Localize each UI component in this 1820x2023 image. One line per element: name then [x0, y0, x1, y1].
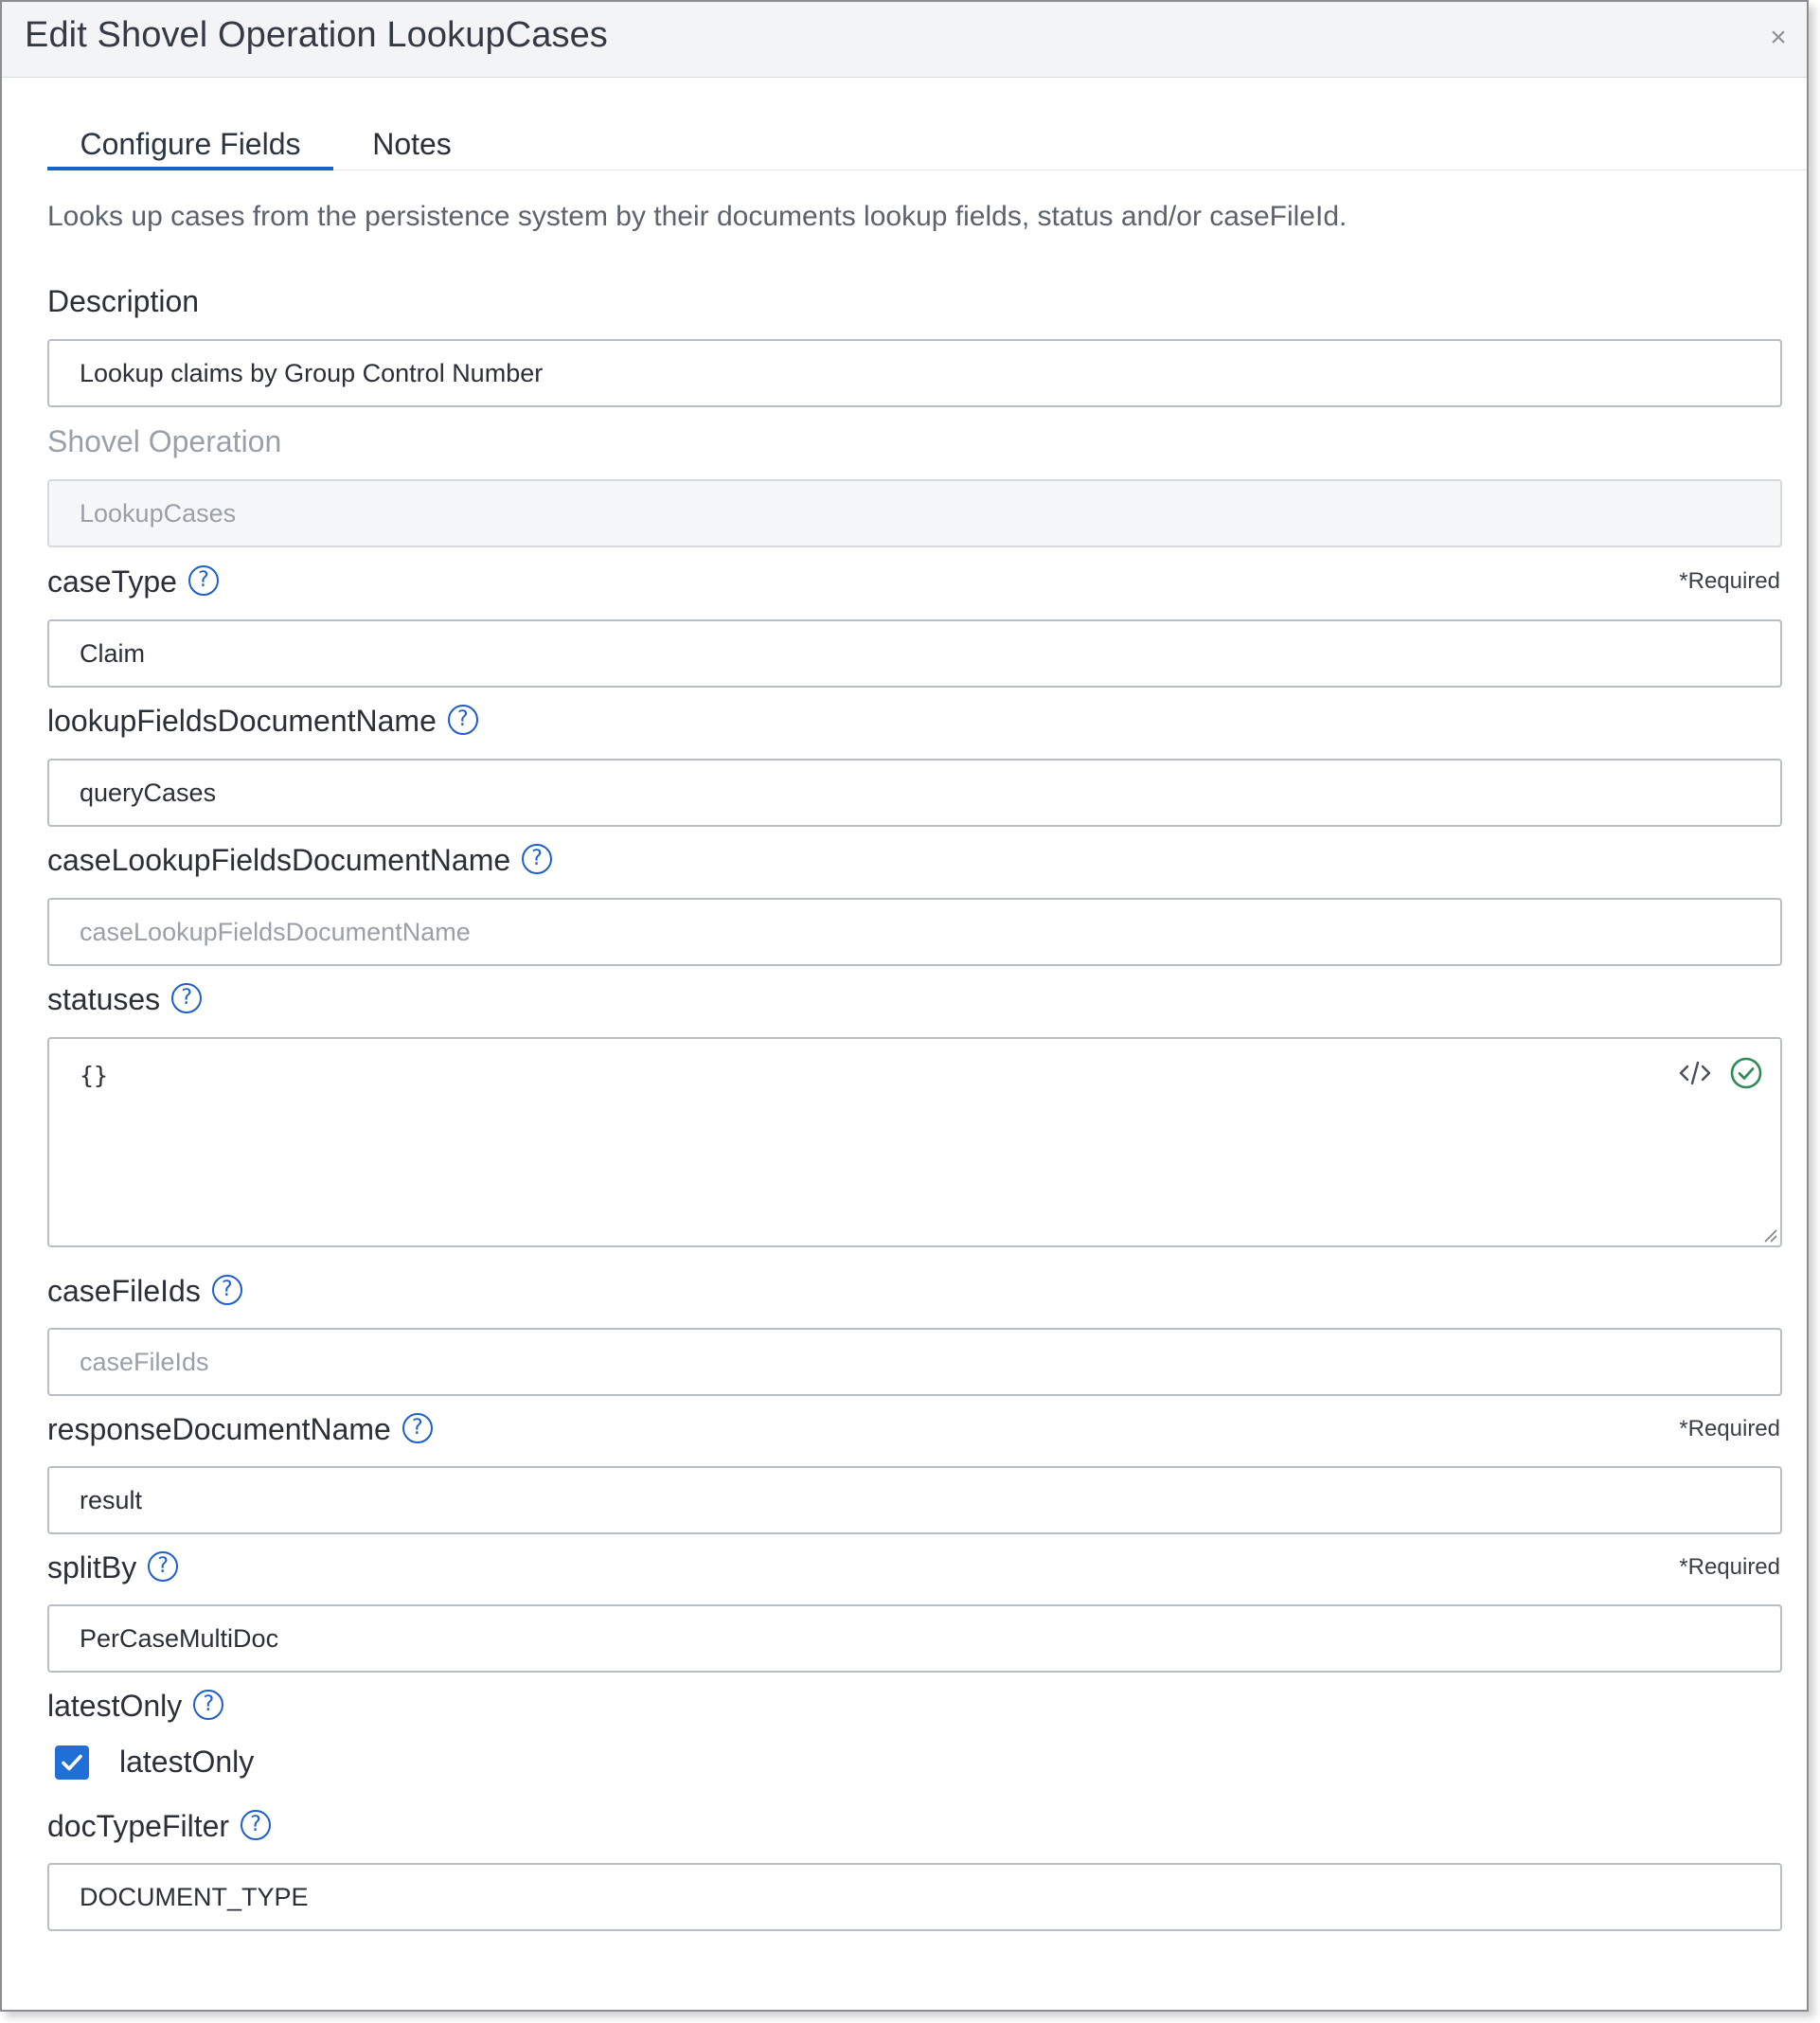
- casetype-input[interactable]: Claim: [47, 619, 1782, 688]
- responsedocumentname-input[interactable]: result: [47, 1466, 1782, 1534]
- caselookupfieldsdocumentname-input[interactable]: caseLookupFieldsDocumentName: [47, 898, 1782, 966]
- splitby-required-badge: *Required: [1679, 1554, 1780, 1580]
- checkmark-icon: [62, 1754, 82, 1770]
- casetype-label: caseType ?: [47, 564, 219, 600]
- tab-configure-fields[interactable]: Configure Fields: [47, 123, 333, 170]
- valid-check-icon: [1730, 1057, 1762, 1089]
- help-icon[interactable]: ?: [187, 564, 219, 596]
- caselookupfieldsdocumentname-label: caseLookupFieldsDocumentName ?: [47, 843, 553, 878]
- dialog-title: Edit Shovel Operation LookupCases: [25, 15, 608, 55]
- operation-description-text: Looks up cases from the persistence syst…: [47, 201, 1347, 232]
- splitby-input[interactable]: PerCaseMultiDoc: [47, 1604, 1782, 1673]
- doctypefilter-input[interactable]: DOCUMENT_TYPE: [47, 1863, 1782, 1931]
- code-icon[interactable]: [1678, 1056, 1712, 1090]
- statuses-label: statuses ?: [47, 982, 203, 1017]
- tab-notes[interactable]: Notes: [333, 123, 491, 170]
- lookupfieldsdocumentname-input[interactable]: queryCases: [47, 759, 1782, 827]
- responsedocumentname-label: responseDocumentName ?: [47, 1412, 433, 1447]
- dialog-header: Edit Shovel Operation LookupCases ×: [2, 2, 1807, 78]
- casefileids-label: caseFileIds ?: [47, 1274, 242, 1309]
- help-icon[interactable]: ?: [401, 1412, 433, 1443]
- description-label: Description: [47, 284, 200, 318]
- description-input[interactable]: Lookup claims by Group Control Number: [47, 339, 1782, 407]
- latestonly-label: latestOnly ?: [47, 1689, 224, 1724]
- casefileids-input[interactable]: caseFileIds: [47, 1328, 1782, 1396]
- splitby-label: splitBy ?: [47, 1550, 179, 1585]
- help-icon[interactable]: ?: [148, 1550, 179, 1582]
- doctypefilter-label: docTypeFilter ?: [47, 1809, 272, 1844]
- help-icon[interactable]: ?: [211, 1274, 242, 1305]
- close-icon[interactable]: ×: [1759, 19, 1797, 57]
- help-icon[interactable]: ?: [241, 1809, 272, 1840]
- responsedocumentname-required-badge: *Required: [1679, 1416, 1780, 1441]
- latestonly-checkbox-label[interactable]: latestOnly: [119, 1745, 254, 1780]
- help-icon[interactable]: ?: [447, 704, 478, 735]
- help-icon[interactable]: ?: [193, 1689, 224, 1720]
- latestonly-checkbox[interactable]: [55, 1745, 89, 1780]
- casetype-required-badge: *Required: [1679, 568, 1780, 594]
- statuses-json-editor[interactable]: {}: [47, 1037, 1782, 1247]
- shovel-operation-input: LookupCases: [47, 479, 1782, 547]
- edit-shovel-operation-dialog: Edit Shovel Operation LookupCases × Conf…: [0, 0, 1809, 2012]
- shovel-operation-label: Shovel Operation: [47, 424, 282, 458]
- help-icon[interactable]: ?: [522, 843, 553, 874]
- resize-handle-icon[interactable]: [1761, 1226, 1778, 1244]
- latestonly-checkbox-row: latestOnly: [55, 1745, 254, 1780]
- lookupfieldsdocumentname-label: lookupFieldsDocumentName ?: [47, 704, 478, 739]
- help-icon[interactable]: ?: [171, 982, 203, 1013]
- tab-bar: Configure Fields Notes: [47, 123, 1807, 170]
